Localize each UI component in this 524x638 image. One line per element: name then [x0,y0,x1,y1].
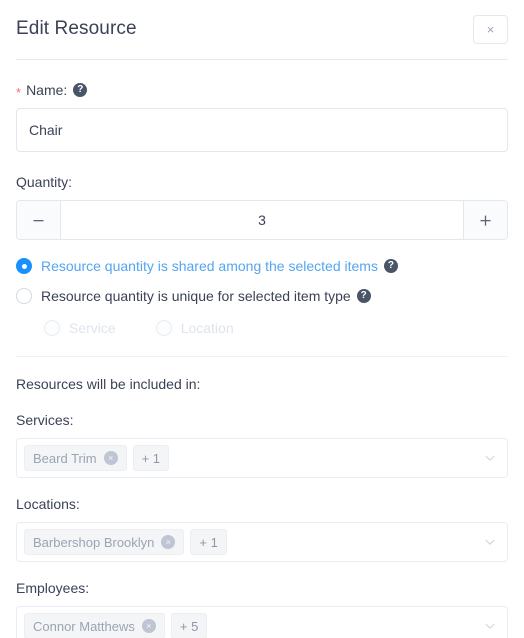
page-title: Edit Resource [16,18,137,39]
tag-label: Connor Matthews [33,618,135,634]
tag-remove-icon[interactable]: × [161,535,176,549]
close-button[interactable]: × [473,15,508,44]
quantity-label-row: Quantity: [16,172,508,192]
minus-icon [33,219,44,221]
required-asterisk: * [16,84,22,100]
radio-unique-label: Resource quantity is unique for selected… [41,288,351,304]
header-divider [16,59,508,60]
chevron-down-icon [484,620,496,632]
name-label-row: * Name: ? [16,80,508,100]
quantity-increment-button[interactable] [463,201,507,239]
quantity-value[interactable]: 3 [61,201,463,239]
name-label: Name: [26,82,68,98]
chevron-down-icon [484,452,496,464]
tag: Beard Trim × [24,445,127,471]
radio-location-label: Location [180,320,234,336]
employees-select[interactable]: Connor Matthews × + 5 [16,606,508,638]
quantity-stepper: 3 [16,200,508,240]
tag-overflow: + 5 [170,613,208,638]
services-label: Services: [16,412,74,428]
section-divider [16,356,508,357]
plus-icon [480,215,491,226]
quantity-label: Quantity: [16,174,73,190]
tag-label: Barbershop Brooklyn [33,534,155,550]
chevron-down-icon [484,536,496,548]
radio-service-label: Service [69,320,116,336]
radio-unique-indicator [16,288,32,304]
help-icon[interactable]: ? [383,259,398,273]
services-select[interactable]: Beard Trim × + 1 [16,438,508,478]
tag-remove-icon[interactable]: × [103,451,118,465]
tag: Barbershop Brooklyn × [24,529,185,555]
radio-service: Service [44,318,116,338]
radio-service-indicator [44,320,60,336]
inclusion-heading: Resources will be included in: [16,376,201,392]
tag-remove-icon[interactable]: × [141,619,156,633]
modal-header: Edit Resource × [0,0,524,53]
radio-location: Location [155,318,234,338]
radio-shared-quantity[interactable]: Resource quantity is shared among the se… [16,256,508,276]
tag-overflow: + 1 [190,529,227,555]
locations-label: Locations: [16,496,80,512]
modal-body: * Name: ? Quantity: 3 [0,80,524,638]
radio-unique-quantity[interactable]: Resource quantity is unique for selected… [16,286,508,306]
radio-shared-indicator [16,258,32,274]
help-icon[interactable]: ? [73,83,88,97]
tag-overflow: + 1 [132,445,170,471]
radio-location-indicator [155,320,172,336]
help-icon[interactable]: ? [356,289,371,303]
name-input[interactable] [16,108,508,152]
locations-select[interactable]: Barbershop Brooklyn × + 1 [16,522,508,562]
employees-label: Employees: [16,580,90,596]
tag: Connor Matthews × [24,613,165,638]
close-icon: × [486,22,495,37]
radio-shared-label: Resource quantity is shared among the se… [41,258,378,274]
item-type-radio-group: Service Location [16,318,508,338]
quantity-decrement-button[interactable] [17,201,61,239]
tag-label: Beard Trim [33,450,97,466]
edit-resource-modal: Edit Resource × * Name: ? Quantity: 3 [0,0,524,638]
